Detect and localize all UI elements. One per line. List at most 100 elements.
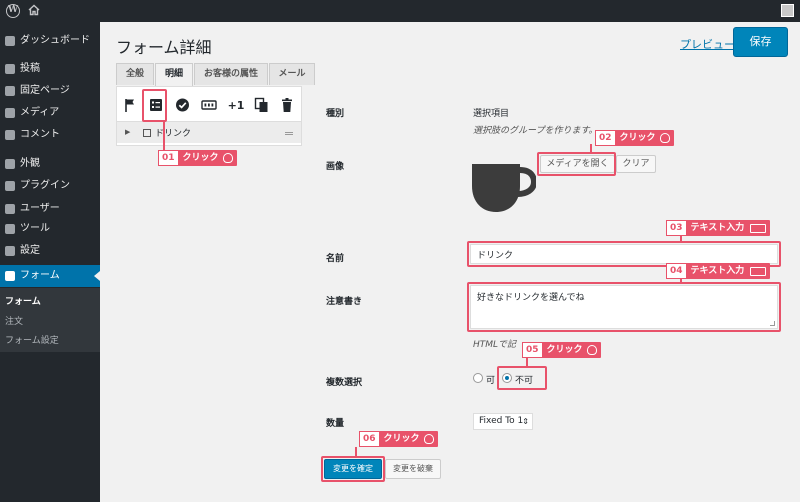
callout-number: 05 (522, 342, 543, 358)
callout-leader-04 (680, 279, 682, 283)
highlight-box-06 (321, 456, 385, 482)
highlight-box-05 (497, 366, 547, 390)
callout-text: テキスト入力 (690, 266, 745, 276)
callout-number: 03 (666, 220, 687, 236)
dashboard-icon (5, 36, 15, 46)
sidebar-item-plugins[interactable]: プラグイン (0, 175, 100, 197)
sidebar-item-posts[interactable]: 投稿 (0, 58, 100, 80)
sidebar-item-media[interactable]: メディア (0, 102, 100, 124)
sidebar-item-appearance[interactable]: 外観 (0, 153, 100, 175)
plugin-icon (5, 181, 15, 191)
mouse-icon (586, 345, 597, 355)
save-button[interactable]: 保存 (733, 27, 788, 57)
callout-leader-03 (680, 236, 682, 242)
sidebar-item-label: フォーム (20, 270, 60, 281)
sidebar-item-label: 外観 (20, 158, 40, 169)
sidebar-submenu: フォーム 注文 フォーム設定 (0, 288, 100, 352)
radio-allow[interactable] (473, 373, 483, 383)
expand-caret-icon[interactable]: ▶ (125, 128, 130, 136)
submenu-item-form[interactable]: フォーム (5, 294, 41, 307)
callout-02: 02 クリック (595, 130, 674, 146)
sidebar-item-pages[interactable]: 固定ページ (0, 80, 100, 102)
counter-icon[interactable] (201, 97, 217, 113)
tree-row[interactable]: ▶ ドリンク (117, 121, 301, 143)
media-icon (5, 108, 15, 118)
callout-04: 04 テキスト入力 (666, 263, 771, 279)
sidebar-item-comments[interactable]: コメント (0, 124, 100, 146)
cup-image-icon (472, 164, 536, 212)
field-label-note: 注意書き (326, 297, 363, 307)
submenu-item-orders[interactable]: 注文 (5, 314, 23, 327)
callout-number: 06 (359, 431, 380, 447)
highlight-box-01 (142, 89, 167, 122)
chevron-updown-icon: ⇕ (522, 417, 529, 426)
sidebar-item-label: メディア (20, 107, 60, 118)
callout-text: クリック (546, 345, 583, 355)
callout-05: 05 クリック (522, 342, 601, 358)
callout-leader-05 (526, 358, 528, 367)
user-icon (5, 204, 15, 214)
admin-bar: W (0, 0, 800, 22)
mouse-icon (659, 133, 670, 143)
sidebar-item-form[interactable]: フォーム (0, 265, 100, 287)
callout-text: クリック (619, 133, 656, 143)
field-label-multiple: 複数選択 (326, 378, 363, 388)
callout-01: 01 クリック (158, 150, 237, 166)
quantity-select-value: Fixed To 1 (479, 416, 524, 426)
keyboard-icon (750, 223, 767, 233)
admin-sidebar: ダッシュボード 投稿 固定ページ メディア コメント 外観 プラグイン ユーザー… (0, 22, 100, 502)
field-desc-type: 選択肢のグループを作ります。 (473, 126, 598, 136)
wordpress-logo-icon[interactable]: W (6, 4, 20, 18)
tab-general[interactable]: 全般 (116, 63, 154, 85)
keyboard-icon (750, 266, 767, 276)
home-icon[interactable] (27, 3, 41, 17)
field-desc-note: HTMLで記 (473, 340, 517, 350)
tab-details[interactable]: 明細 (155, 63, 193, 86)
callout-number: 01 (158, 150, 179, 166)
sidebar-item-dashboard[interactable]: ダッシュボード (0, 30, 100, 52)
flag-icon[interactable] (123, 97, 137, 113)
copy-icon[interactable] (254, 97, 269, 113)
comment-icon (5, 130, 15, 140)
sidebar-item-tools[interactable]: ツール (0, 218, 100, 240)
tab-mail[interactable]: メール (269, 63, 315, 85)
drag-handle-icon[interactable] (285, 132, 293, 135)
tree-item-label: ドリンク (155, 129, 192, 139)
preview-link[interactable]: プレビュー (680, 36, 735, 52)
avatar-icon[interactable] (781, 4, 794, 17)
pin-icon (5, 64, 15, 74)
brush-icon (5, 159, 15, 169)
mouse-icon (222, 153, 233, 163)
plus-one-icon[interactable]: +1 (227, 97, 245, 113)
mouse-icon (423, 434, 434, 444)
sidebar-item-label: プラグイン (20, 180, 70, 191)
field-label-image: 画像 (326, 162, 345, 172)
callout-leader-02 (590, 144, 592, 153)
submenu-item-form-settings[interactable]: フォーム設定 (5, 333, 59, 346)
sidebar-item-settings[interactable]: 設定 (0, 240, 100, 262)
clear-button[interactable]: クリア (616, 155, 656, 173)
callout-text: クリック (383, 434, 420, 444)
sidebar-item-label: 投稿 (20, 63, 40, 74)
tab-customer-attributes[interactable]: お客様の属性 (194, 63, 268, 85)
quantity-select[interactable]: Fixed To 1 ⇕ (473, 413, 533, 430)
callout-leader-01 (163, 122, 165, 150)
field-label-name: 名前 (326, 254, 345, 264)
page-title: フォーム詳細 (116, 38, 212, 57)
field-label-type: 種別 (326, 109, 345, 119)
check-circle-icon[interactable] (175, 97, 190, 113)
radio-allow-label: 可 (486, 376, 496, 386)
callout-leader-06 (355, 447, 357, 457)
callout-06: 06 クリック (359, 431, 438, 447)
callout-number: 02 (595, 130, 616, 146)
callout-03: 03 テキスト入力 (666, 220, 771, 236)
callout-text: テキスト入力 (690, 223, 745, 233)
list-item-icon (143, 129, 151, 137)
field-label-quantity: 数量 (326, 419, 345, 429)
discard-changes-button[interactable]: 変更を破棄 (385, 459, 441, 479)
sidebar-item-users[interactable]: ユーザー (0, 198, 100, 220)
sidebar-item-label: ツール (20, 223, 50, 234)
callout-number: 04 (666, 263, 687, 279)
highlight-box-02 (537, 152, 616, 176)
trash-icon[interactable] (280, 97, 294, 113)
